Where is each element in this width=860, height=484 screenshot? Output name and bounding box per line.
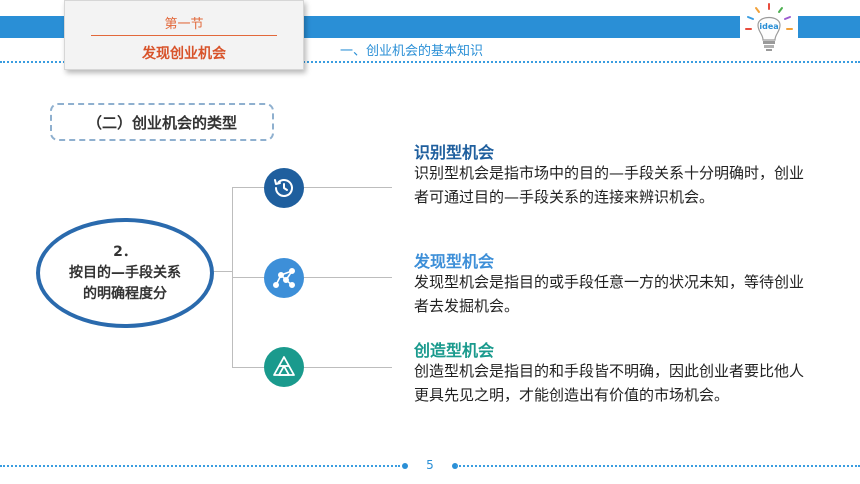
section-number: 第一节 bbox=[164, 17, 204, 32]
item-title-2: 发现型机会 bbox=[414, 252, 495, 271]
item-title-1: 识别型机会 bbox=[414, 143, 495, 162]
page-number: 5 bbox=[426, 458, 434, 472]
category-label-box: （二）创业机会的类型 bbox=[50, 103, 274, 141]
history-icon bbox=[264, 168, 304, 208]
chapter-subtitle: 一、创业机会的基本知识 bbox=[340, 44, 484, 59]
connector-branch-2 bbox=[232, 277, 392, 278]
classification-text: 2． 按目的—手段关系 的明确程度分 bbox=[40, 242, 210, 305]
connector-branch-1 bbox=[232, 187, 392, 188]
classification-line-2: 的明确程度分 bbox=[83, 286, 167, 302]
classification-number: 2． bbox=[113, 244, 137, 260]
item-text-1: 识别型机会是指市场中的目的—手段关系十分明确时，创业者可通过目的—手段关系的连接… bbox=[414, 164, 805, 206]
connector-branch-3 bbox=[232, 367, 392, 368]
idea-lightbulb-logo: idea bbox=[740, 2, 798, 56]
category-label: （二）创业机会的类型 bbox=[86, 113, 237, 132]
logo-word: idea bbox=[759, 22, 778, 31]
item-text-3: 创造型机会是指目的和手段皆不明确，因此创业者要比他人更具先见之明，才能创造出有价… bbox=[414, 362, 805, 404]
triangle-structure-icon bbox=[264, 347, 304, 387]
footer-dotted-rule bbox=[0, 465, 400, 467]
classification-oval: 2． 按目的—手段关系 的明确程度分 bbox=[36, 218, 214, 328]
section-divider bbox=[91, 35, 277, 36]
footer-dot bbox=[402, 463, 408, 469]
item-text-2: 发现型机会是指目的或手段任意一方的状况未知，等待创业者去发掘机会。 bbox=[414, 273, 805, 315]
network-chart-icon bbox=[264, 258, 304, 298]
section-tab: 第一节 发现创业机会 bbox=[64, 0, 304, 70]
footer-dotted-rule bbox=[456, 465, 860, 467]
classification-line-1: 按目的—手段关系 bbox=[69, 265, 181, 281]
connector-line bbox=[212, 271, 232, 272]
item-title-3: 创造型机会 bbox=[414, 341, 495, 360]
section-title: 发现创业机会 bbox=[142, 46, 226, 62]
